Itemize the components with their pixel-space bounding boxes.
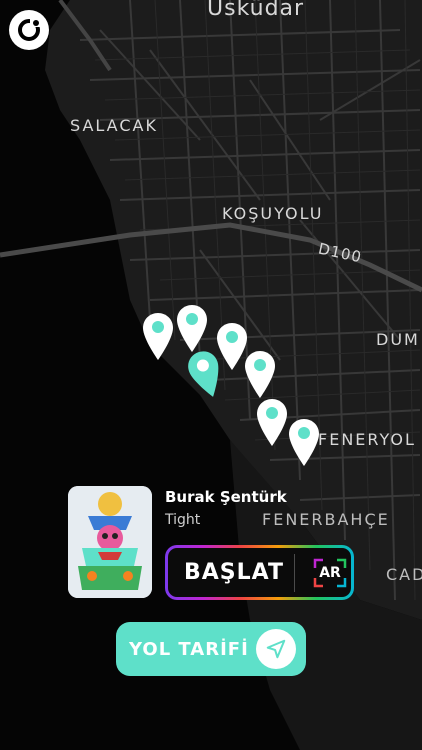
map-pin[interactable] — [244, 350, 276, 400]
map-pin[interactable] — [142, 312, 174, 362]
player-card: Burak Şentürk Tight BAŞLAT AR — [68, 486, 368, 602]
map-pin[interactable] — [288, 418, 320, 468]
artist-name: Burak Şentürk — [165, 488, 287, 506]
map-label-salacak: SALACAK — [70, 116, 158, 135]
refresh-icon — [18, 17, 42, 41]
map-pin[interactable] — [256, 398, 288, 448]
track-title: Tight — [165, 512, 201, 528]
start-button[interactable]: BAŞLAT AR — [165, 545, 354, 600]
navigation-arrow-icon — [256, 629, 296, 669]
album-art[interactable] — [68, 486, 152, 598]
start-button-label: BAŞLAT — [184, 560, 284, 585]
map-label-feneryol: FENERYOL — [318, 430, 416, 449]
map-label-dum: DUM — [376, 330, 420, 349]
divider — [294, 553, 295, 592]
map-label-kosuyolu: KOŞUYOLU — [222, 204, 324, 223]
directions-label: YOL TARİFİ — [129, 638, 249, 660]
map-label-cad: CAD — [386, 565, 422, 584]
directions-button[interactable]: YOL TARİFİ — [116, 622, 306, 676]
ar-icon: AR — [313, 558, 347, 588]
map-pin[interactable] — [176, 304, 208, 354]
map-label-uskudar: Üsküdar — [207, 0, 305, 21]
ar-label: AR — [319, 564, 341, 581]
app-logo-button[interactable] — [9, 10, 49, 50]
